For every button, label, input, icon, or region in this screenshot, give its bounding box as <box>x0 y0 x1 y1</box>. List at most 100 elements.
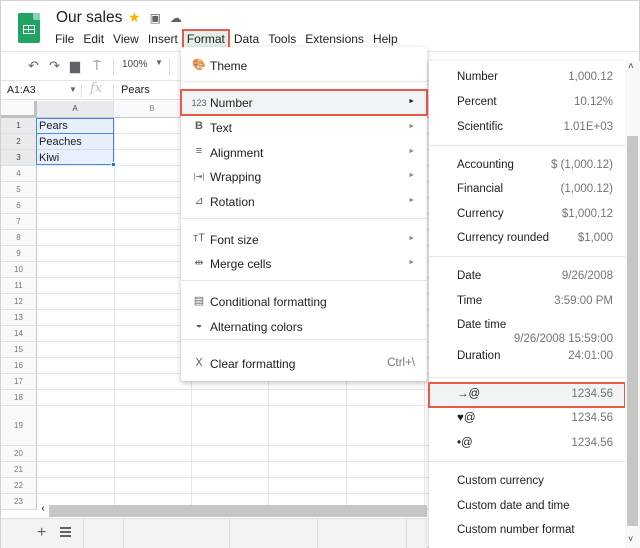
redo-icon[interactable]: ↷ <box>49 58 60 74</box>
scroll-left-icon[interactable]: ‹ <box>37 503 49 517</box>
scrollbar-thumb[interactable] <box>627 136 638 526</box>
format-name: Duration <box>457 350 501 362</box>
scroll-up-icon[interactable]: ˄ <box>628 61 634 72</box>
row-header-9[interactable]: 9 <box>1 246 37 262</box>
move-to-folder-icon[interactable]: ▣ <box>150 11 161 25</box>
row-header-19[interactable]: 19 <box>1 406 37 446</box>
row-header-16[interactable]: 16 <box>1 358 37 374</box>
menu-data[interactable]: Data <box>230 30 263 48</box>
number-format-item[interactable]: Date time 9/26/2008 15:59:00 <box>429 314 625 345</box>
zoom-select[interactable]: 100% <box>122 59 148 70</box>
all-sheets-icon[interactable] <box>60 527 71 537</box>
row-header-5[interactable]: 5 <box>1 182 37 198</box>
number-format-item[interactable]: Date 9/26/2008 <box>429 265 625 289</box>
menu-divider <box>429 145 625 146</box>
chevron-down-icon[interactable]: ▼ <box>69 85 77 94</box>
name-box[interactable]: A1:A3 <box>7 84 36 96</box>
format-menu-item-theme[interactable]: 🎨 Theme <box>181 53 427 78</box>
row-header-13[interactable]: 13 <box>1 310 37 326</box>
format-menu-item-wrapping[interactable]: |⇥| Wrapping ► <box>181 164 427 189</box>
paint-format-icon[interactable]: ⍑ <box>93 58 101 74</box>
format-menu-item-clear-formatting[interactable]: Ⅹ Clear formatting Ctrl+\ <box>181 351 427 376</box>
row-header-15[interactable]: 15 <box>1 342 37 358</box>
row-header-7[interactable]: 7 <box>1 214 37 230</box>
menu-help[interactable]: Help <box>369 30 402 48</box>
menu-insert[interactable]: Insert <box>144 30 182 48</box>
row-header-10[interactable]: 10 <box>1 262 37 278</box>
number-format-item[interactable]: Custom currency <box>429 470 625 494</box>
number-format-item[interactable]: Custom date and time <box>429 495 625 519</box>
row-header-18[interactable]: 18 <box>1 390 37 406</box>
document-title[interactable]: Our sales <box>56 9 122 27</box>
column-header-b[interactable]: B <box>114 101 191 118</box>
submenu-scrollbar[interactable]: ˄ ˅ <box>625 61 640 548</box>
submenu-arrow-icon: ► <box>408 148 415 155</box>
row-header-8[interactable]: 8 <box>1 230 37 246</box>
row-header-14[interactable]: 14 <box>1 326 37 342</box>
row-header-2[interactable]: 2 <box>1 134 37 150</box>
format-menu-item-text[interactable]: B Text ► <box>181 115 427 140</box>
number-format-item[interactable]: Scientific 1.01E+03 <box>429 116 625 140</box>
row-header-17[interactable]: 17 <box>1 374 37 390</box>
row-header-4[interactable]: 4 <box>1 166 37 182</box>
number-format-item[interactable]: Percent 10.12% <box>429 91 625 115</box>
row-header-1[interactable]: 1 <box>1 118 37 134</box>
format-menu-item-font-size[interactable]: тT Font size ► <box>181 227 427 252</box>
menu-view[interactable]: View <box>109 30 143 48</box>
sheets-logo-icon[interactable] <box>18 13 40 43</box>
select-all-corner[interactable] <box>1 101 37 118</box>
row-header-21[interactable]: 21 <box>1 462 37 478</box>
sheet-bar: + <box>1 518 427 548</box>
row-header-20[interactable]: 20 <box>1 446 37 462</box>
format-menu-item-merge-cells[interactable]: ⇹ Merge cells ► <box>181 251 427 276</box>
submenu-arrow-icon: ► <box>408 235 415 242</box>
star-icon[interactable]: ★ <box>128 9 141 26</box>
number-format-item[interactable]: Financial (1,000.12) <box>429 178 625 202</box>
cell-a3[interactable]: Kiwi <box>37 152 113 164</box>
number-format-item[interactable]: •@ 1234.56 <box>429 432 625 456</box>
number-format-item[interactable]: ♥@ 1234.56 <box>429 407 625 431</box>
format-menu-item-rotation[interactable]: ⊿ Rotation ► <box>181 189 427 214</box>
row-header-22[interactable]: 22 <box>1 478 37 494</box>
format-example: 9/26/2008 15:59:00 <box>513 333 613 345</box>
format-name: Currency rounded <box>457 232 550 244</box>
wrap-icon: |⇥| <box>193 172 205 181</box>
fill-handle[interactable] <box>111 162 116 167</box>
row-header-23[interactable]: 23 <box>1 494 37 510</box>
row-header-11[interactable]: 11 <box>1 278 37 294</box>
number-format-item[interactable]: Time 3:59:00 PM <box>429 290 625 314</box>
formula-input[interactable]: Pears <box>121 84 150 96</box>
format-menu-item-conditional-formatting[interactable]: ▤ Conditional formatting <box>181 289 427 314</box>
add-sheet-button[interactable]: + <box>37 524 46 542</box>
row-header-3[interactable]: 3 <box>1 150 37 166</box>
menu-item-label: Alignment <box>210 146 264 160</box>
menu-format[interactable]: Format <box>181 29 230 49</box>
menu-tools[interactable]: Tools <box>264 30 300 48</box>
print-icon[interactable]: ▆ <box>70 58 80 74</box>
number-format-item[interactable]: Duration 24:01:00 <box>429 345 625 369</box>
number-format-item[interactable]: Currency $1,000.12 <box>429 203 625 227</box>
number-format-item[interactable]: Custom number format <box>429 519 625 543</box>
row-header-6[interactable]: 6 <box>1 198 37 214</box>
format-menu-item-alternating-colors[interactable]: ◒ Alternating colors <box>181 314 427 339</box>
app-window: Our sales ★ ▣ ☁ File Edit View Insert Fo… <box>0 0 640 548</box>
menu-edit[interactable]: Edit <box>79 30 108 48</box>
undo-icon[interactable]: ↶ <box>28 58 39 74</box>
menu-extensions[interactable]: Extensions <box>301 30 368 48</box>
cell-a1[interactable]: Pears <box>37 120 113 132</box>
format-menu-item-number[interactable]: 123 Number ► <box>180 89 428 116</box>
row-header-12[interactable]: 12 <box>1 294 37 310</box>
horizontal-scrollbar[interactable] <box>37 505 427 517</box>
scroll-down-icon[interactable]: ˅ <box>628 534 633 544</box>
number-format-item[interactable]: Accounting $ (1,000.12) <box>429 154 625 178</box>
column-header-a[interactable]: A <box>37 101 114 118</box>
cloud-saved-icon[interactable]: ☁ <box>170 11 182 25</box>
cell-a2[interactable]: Peaches <box>37 136 113 148</box>
menu-bar: File Edit View Insert Format Data Tools … <box>51 29 403 49</box>
menu-file[interactable]: File <box>51 30 78 48</box>
chevron-down-icon[interactable]: ▼ <box>155 58 163 67</box>
number-format-item[interactable]: Currency rounded $1,000 <box>429 227 625 251</box>
format-menu-item-alignment[interactable]: ≡ Alignment ► <box>181 140 427 165</box>
number-format-item[interactable]: →@ 1234.56 <box>428 382 626 408</box>
number-format-item[interactable]: Number 1,000.12 <box>429 66 625 90</box>
